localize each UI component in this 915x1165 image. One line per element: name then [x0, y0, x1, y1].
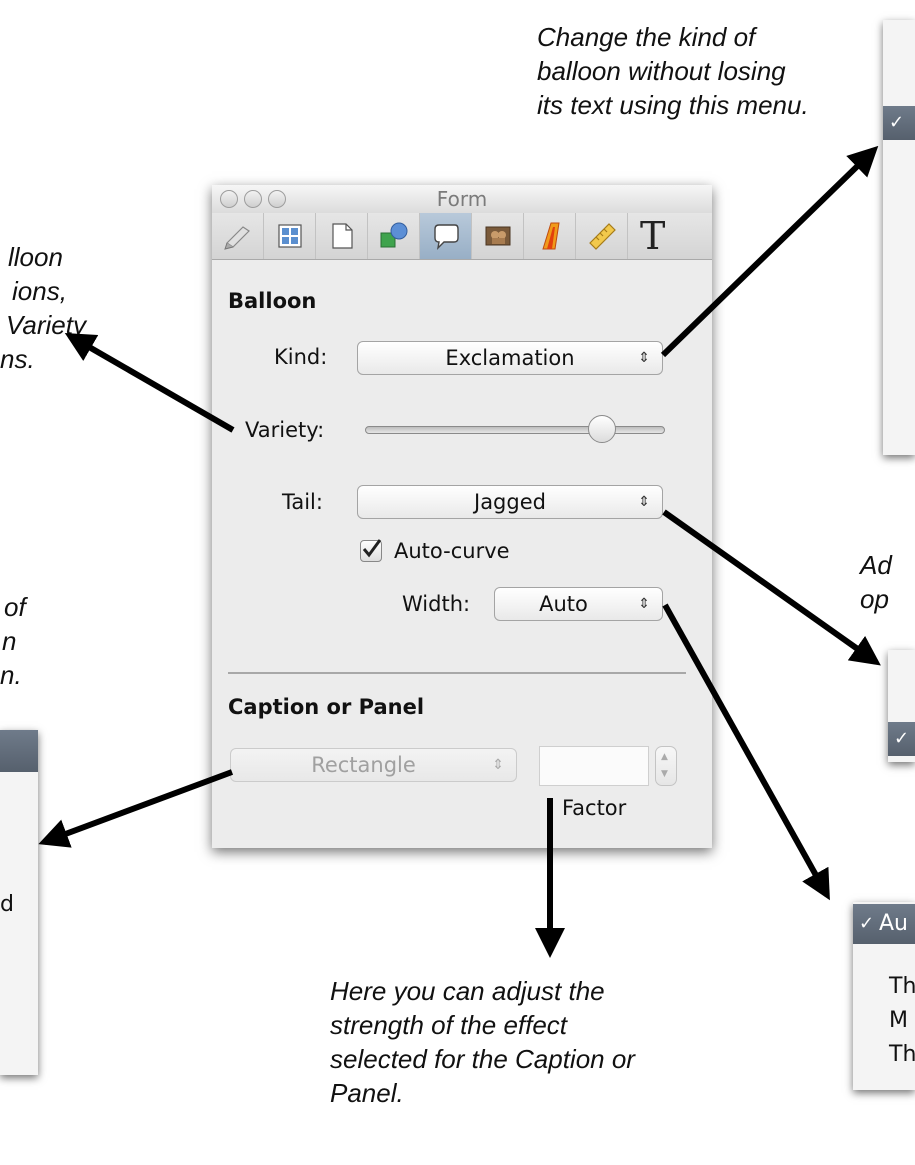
section-divider: [228, 672, 686, 674]
width-menu-selected-item[interactable]: ✓ Au: [853, 904, 915, 944]
photo-icon: [485, 226, 511, 246]
variety-label: Variety:: [245, 418, 325, 442]
width-menu-item[interactable]: M: [853, 1004, 915, 1038]
tail-label: Tail:: [282, 490, 323, 514]
tail-popup[interactable]: Jagged ⇕: [357, 485, 663, 519]
annotation-line: strength of the effect: [330, 1010, 568, 1040]
annotation-caption: of n n.: [0, 590, 26, 692]
autocurve-label: Auto-curve: [394, 539, 510, 563]
width-menu-item-label: M: [889, 1008, 908, 1033]
annotation-line: op: [860, 584, 889, 614]
chevron-down-icon: ▼: [661, 769, 668, 779]
updown-icon: ⇕: [638, 596, 650, 612]
arrow-caption: [38, 769, 234, 848]
width-menu-crop: ✓ Au Th M Th: [853, 902, 915, 1090]
width-menu-item[interactable]: Th: [853, 1038, 915, 1072]
annotation-line: balloon without losing: [537, 56, 786, 86]
kind-value: Exclamation: [445, 346, 575, 370]
annotation-line: its text using this menu.: [537, 90, 809, 120]
annotation-line: lloon: [8, 242, 63, 272]
width-menu-item-label: Th: [889, 1042, 915, 1067]
form-inspector-window: Form T Balloon Kind: Exclamation ⇕ Varie…: [212, 185, 712, 848]
annotation-factor: Here you can adjust the strength of the …: [330, 974, 635, 1110]
width-menu-item-label: Th: [889, 974, 915, 999]
annotation-line: Panel.: [330, 1078, 404, 1108]
caption-section-title: Caption or Panel: [228, 695, 425, 719]
tab-text-effect[interactable]: [524, 213, 576, 259]
balloon-icon: [434, 224, 459, 251]
variety-slider[interactable]: [365, 415, 665, 443]
width-menu-item[interactable]: Th: [853, 970, 915, 1004]
annotation-line: n.: [0, 660, 22, 690]
kind-popup[interactable]: Exclamation ⇕: [357, 341, 663, 375]
tab-shapes[interactable]: [368, 213, 420, 259]
balloon-section-title: Balloon: [228, 289, 317, 313]
tab-balloon[interactable]: [420, 213, 472, 259]
checkmark-icon: ✓: [889, 112, 905, 133]
annotation-line: selected for the Caption or: [330, 1044, 635, 1074]
checkmark-icon: ✓: [894, 728, 910, 749]
kind-label: Kind:: [274, 345, 328, 369]
width-menu-item-label: Au: [879, 911, 908, 936]
updown-icon: ⇕: [638, 494, 650, 510]
ruler-icon: [589, 223, 616, 250]
tail-value: Jagged: [474, 490, 546, 514]
caption-menu-crop: d: [0, 730, 38, 1075]
annotation-line: Change the kind of: [537, 22, 756, 52]
text-icon: T: [640, 214, 666, 258]
window-title: Form: [436, 187, 488, 211]
updown-icon: ⇕: [492, 757, 504, 773]
factor-field[interactable]: [539, 746, 649, 786]
autocurve-checkbox[interactable]: [360, 539, 382, 562]
tab-ruler[interactable]: [576, 213, 628, 259]
annotation-line: Here you can adjust the: [330, 976, 605, 1006]
tab-pen[interactable]: [212, 213, 264, 259]
width-popup[interactable]: Auto ⇕: [494, 587, 663, 621]
width-label: Width:: [402, 592, 471, 616]
kind-menu-selected-item[interactable]: ✓: [883, 106, 915, 140]
annotation-kind-menu: Change the kind of balloon without losin…: [537, 20, 809, 122]
tab-page[interactable]: [316, 213, 368, 259]
updown-icon: ⇕: [638, 350, 650, 366]
factor-label: Factor: [562, 796, 627, 820]
caption-menu-item[interactable]: d: [0, 888, 38, 922]
page-icon: [332, 223, 353, 249]
factor-stepper[interactable]: ▲ ▼: [655, 746, 677, 786]
tail-menu-crop: ✓: [888, 650, 915, 762]
inspector-toolbar: T: [212, 213, 712, 260]
annotation-line: ions,: [12, 276, 67, 306]
slider-track: [365, 426, 665, 434]
annotation-line: ns.: [0, 344, 35, 374]
checkmark-icon: ✓: [859, 913, 875, 934]
chevron-up-icon: ▲: [661, 752, 668, 762]
shapes-icon: [380, 222, 408, 248]
tab-grid[interactable]: [264, 213, 316, 259]
annotation-line: Variety: [6, 310, 86, 340]
kind-menu-crop: ✓: [883, 20, 915, 455]
width-value: Auto: [539, 592, 588, 616]
caption-shape-value: Rectangle: [311, 753, 416, 777]
caption-shape-popup[interactable]: Rectangle ⇕: [230, 748, 517, 782]
annotation-variety: lloon ions, Variety ns.: [0, 240, 86, 376]
annotation-line: n: [2, 626, 17, 656]
slider-knob[interactable]: [588, 415, 617, 443]
annotation-line: Ad: [860, 550, 892, 580]
title-bar[interactable]: Form: [212, 185, 712, 214]
tab-photo[interactable]: [472, 213, 524, 259]
caption-menu-selected-item[interactable]: [0, 730, 38, 772]
pen-icon: [224, 226, 250, 250]
annotation-line: of: [4, 592, 26, 622]
checkmark-icon: [362, 539, 382, 558]
annotation-tail: Ad op: [860, 548, 892, 616]
caption-menu-item-label: d: [0, 892, 14, 917]
arrow-variety: [64, 333, 235, 433]
tab-text[interactable]: T: [628, 213, 712, 259]
grid-icon: [278, 224, 302, 248]
tail-menu-selected-item[interactable]: ✓: [888, 722, 915, 756]
text-effect-icon: [542, 222, 560, 250]
